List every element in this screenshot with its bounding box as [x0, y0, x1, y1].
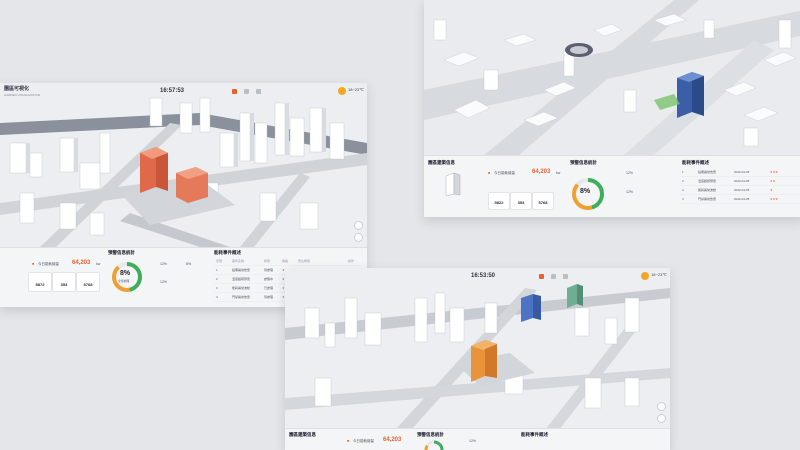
event-table-title: 能耗事件概述 — [682, 160, 709, 165]
table-row[interactable]: 1 設備異常告警 2022-04-05 ★★★ — [680, 169, 800, 177]
compass-button[interactable] — [354, 221, 363, 230]
alarm-donut-chart — [424, 440, 444, 450]
pct-right: 8% — [186, 262, 192, 266]
flag-icon[interactable] — [539, 274, 544, 279]
highlight-building-blue[interactable] — [521, 294, 541, 322]
energy-icon: ■ — [32, 262, 35, 266]
donut-label: 全部處理 — [118, 279, 130, 283]
stats-title: 今日能耗總量 — [494, 171, 515, 175]
table-row[interactable]: 2 溫度超標預警 2022-04-05 ★★ — [680, 178, 800, 186]
wrench-icon[interactable] — [551, 274, 556, 279]
locate-button[interactable] — [657, 414, 666, 423]
highlight-building-orange[interactable] — [471, 340, 497, 382]
stat-box-1: 5822 — [488, 192, 510, 210]
highlight-building-green[interactable] — [567, 284, 583, 308]
donut-percent: 8% — [120, 270, 131, 277]
energy-total-value: 64,203 — [72, 260, 91, 266]
event-table: 1 設備異常告警 2022-04-05 ★★★ 2 溫度超標預警 2022-04-05 ★★… — [680, 169, 800, 215]
stats-title: 今日能耗總量 — [353, 439, 374, 443]
compass-button[interactable] — [657, 402, 666, 411]
energy-unit: kw — [556, 171, 561, 175]
stat-box-2: 353 — [510, 192, 532, 210]
app-title-block: 園區可視化 GARDEN VISUALIZATION — [4, 86, 40, 98]
alarm-title: 預警信息統計 — [108, 250, 135, 255]
stats-title: 今日能耗總量 — [38, 262, 59, 266]
top-bar: 園區可視化 GARDEN VISUALIZATION 16:57:53 18~2… — [0, 83, 367, 101]
bottom-info-bar: 園區建築信息 ■ 今日能耗總量 64,203 kw 5822 353 5768 … — [424, 155, 800, 217]
building-info-title: 園區建築信息 — [428, 160, 455, 165]
table-header: 序號 事件名稱 狀態 等級 發生時間 操作 — [214, 258, 364, 266]
event-table-title: 能耗事件概述 — [214, 250, 241, 255]
alarm-donut-chart — [112, 262, 142, 292]
city-map-3d[interactable] — [285, 268, 670, 430]
city-map-3d[interactable] — [0, 83, 367, 247]
donut-percent: 8% — [580, 188, 591, 195]
table-row[interactable]: 4 門禁異常告警 2022-04-05 ★★★ — [680, 196, 800, 204]
flag-icon[interactable] — [232, 89, 237, 94]
energy-icon: ■ — [488, 171, 491, 175]
pct-top: 12% — [469, 439, 477, 443]
alarm-title: 預警信息統計 — [417, 432, 444, 437]
stat-box-2: 353 — [52, 272, 76, 292]
building-info-title: 園區建築信息 — [289, 432, 316, 437]
locate-button[interactable] — [354, 233, 363, 242]
table-row[interactable]: 3 能耗異常波動 2022-04-05 ★ — [680, 187, 800, 195]
bell-icon[interactable] — [563, 274, 568, 279]
weather-temp: 18~23℃ — [651, 272, 667, 277]
sun-icon — [641, 272, 649, 280]
sun-icon — [338, 87, 346, 95]
pct-bottom: 12% — [626, 190, 634, 194]
app-subtitle: GARDEN VISUALIZATION — [4, 93, 40, 97]
city-map-3d[interactable] — [424, 0, 800, 155]
top-bar: 16:53:50 18~23℃ — [285, 268, 670, 286]
dashboard-panel-bottom: 16:53:50 18~23℃ 園區建築信息 ■ 今日能耗總量 64,203 預… — [285, 268, 670, 450]
stat-box-3: 5768 — [76, 272, 100, 292]
stat-box-3: 5768 — [532, 192, 554, 210]
dashboard-panel-right: 園區建築信息 ■ 今日能耗總量 64,203 kw 5822 353 5768 … — [424, 0, 800, 217]
stat-box-1: 5872 — [28, 272, 52, 292]
weather-temp: 18~23℃ — [348, 87, 364, 92]
bottom-info-bar: 園區建築信息 ■ 今日能耗總量 64,203 預警信息統計 12% 能耗事件概述 — [285, 428, 670, 450]
energy-unit: kw — [96, 262, 101, 266]
building-thumbnail — [445, 172, 461, 196]
event-table-title: 能耗事件概述 — [521, 432, 548, 437]
energy-total-value: 64,203 — [532, 169, 551, 175]
energy-total-value: 64,203 — [383, 437, 402, 443]
pct-top: 12% — [160, 262, 168, 266]
alarm-title: 預警信息統計 — [570, 160, 597, 165]
pct-bottom: 12% — [160, 280, 168, 284]
wrench-icon[interactable] — [244, 89, 249, 94]
bell-icon[interactable] — [256, 89, 261, 94]
clock: 16:57:53 — [160, 88, 185, 94]
clock: 16:53:50 — [471, 273, 496, 279]
energy-icon: ■ — [347, 439, 350, 443]
pct-top: 12% — [626, 171, 634, 175]
